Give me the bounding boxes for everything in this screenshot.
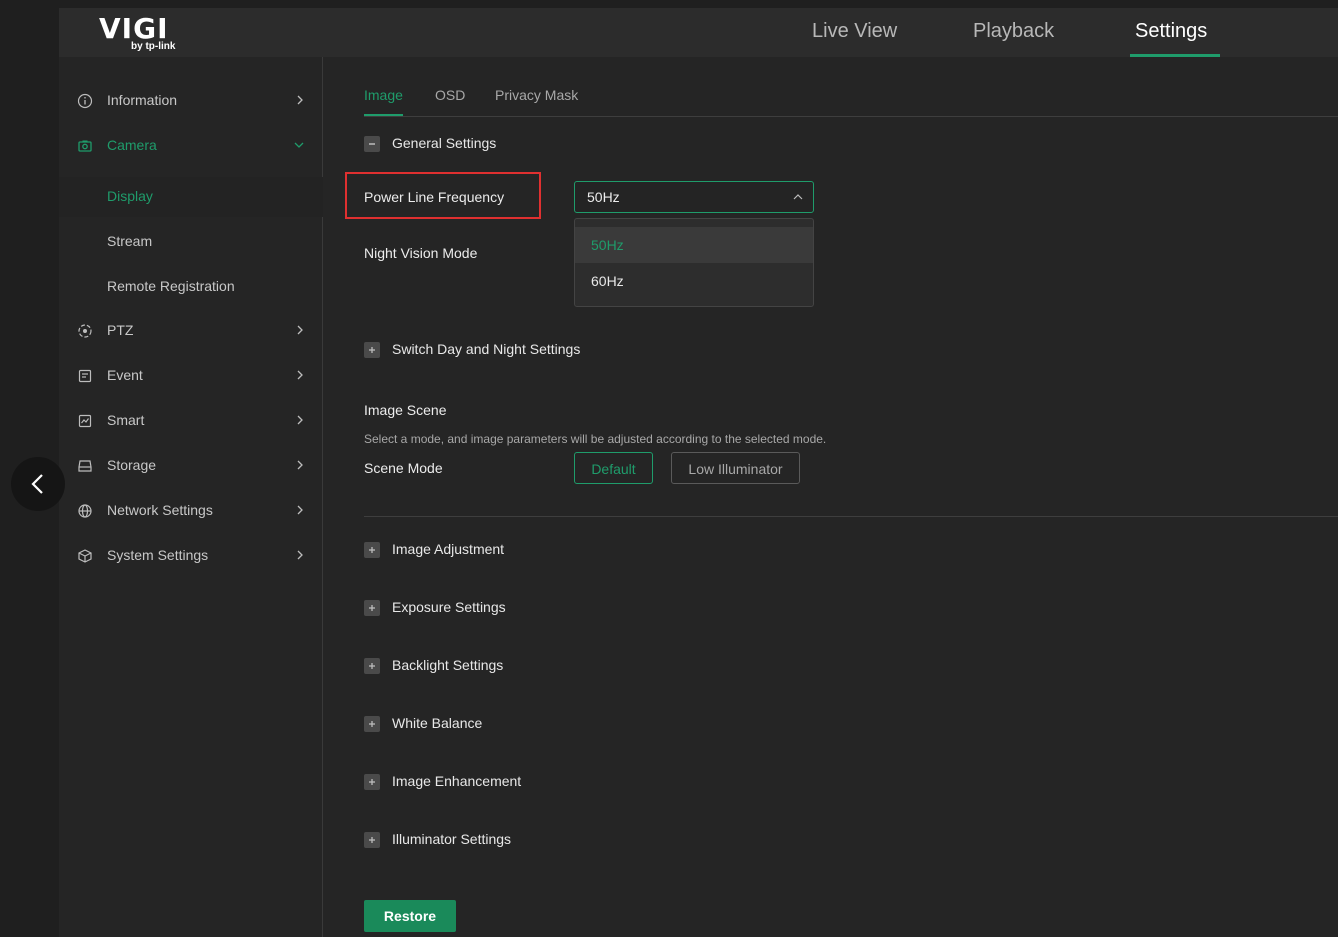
chevron-right-icon (297, 505, 303, 515)
sidebar-item-smart[interactable]: Smart (59, 401, 323, 441)
sidebar-item-label: System Settings (107, 547, 209, 563)
chevron-right-icon (297, 415, 303, 425)
sidebar-item-label: Smart (107, 412, 145, 428)
button-label: Default (591, 461, 636, 477)
sidebar-subitem-display[interactable]: Display (59, 177, 323, 217)
smart-icon (78, 414, 92, 428)
tab-bar: Image OSD Privacy Mask (364, 87, 1338, 117)
event-icon (78, 369, 92, 383)
sidebar: Information Camera Display Stream Remote… (59, 57, 323, 937)
sidebar-item-information[interactable]: Information (59, 81, 323, 121)
section-title: Image Enhancement (392, 773, 522, 789)
section-title: Switch Day and Night Settings (392, 341, 581, 357)
expand-icon (364, 658, 380, 674)
sidebar-subitem-label: Display (107, 188, 153, 204)
scene-mode-label: Scene Mode (364, 460, 443, 476)
section-title: White Balance (392, 715, 483, 731)
scene-default-button[interactable]: Default (574, 452, 653, 484)
tab-active-underline (364, 114, 403, 116)
scene-low-illuminator-button[interactable]: Low Illuminator (671, 452, 800, 484)
sidebar-item-system-settings[interactable]: System Settings (59, 536, 323, 576)
section-title: Illuminator Settings (392, 831, 512, 847)
sidebar-item-ptz[interactable]: PTZ (59, 311, 323, 351)
section-title: Image Adjustment (392, 541, 505, 557)
sidebar-subitem-label: Stream (107, 233, 153, 249)
section-title: Backlight Settings (392, 657, 504, 673)
power-line-frequency-select[interactable]: 50Hz (574, 181, 814, 213)
night-vision-mode-label: Night Vision Mode (364, 245, 478, 261)
expand-icon (364, 342, 380, 358)
tab-image[interactable]: Image (364, 87, 403, 103)
sidebar-subitem-stream[interactable]: Stream (59, 222, 323, 262)
main-content: Image OSD Privacy Mask General Settings … (324, 57, 1338, 937)
sidebar-item-camera[interactable]: Camera (59, 126, 323, 166)
chevron-right-icon (297, 95, 303, 105)
expand-icon (364, 600, 380, 616)
chevron-right-icon (297, 370, 303, 380)
sidebar-subitem-remote-registration[interactable]: Remote Registration (59, 267, 323, 307)
section-divider (364, 516, 1338, 517)
nav-settings[interactable]: Settings (1135, 20, 1207, 43)
expand-icon (364, 832, 380, 848)
chevron-right-icon (297, 460, 303, 470)
top-header: VIGI by tp-link Live View Playback Setti… (59, 8, 1338, 57)
image-scene-description: Select a mode, and image parameters will… (364, 432, 827, 446)
nav-live-view[interactable]: Live View (812, 20, 897, 43)
sidebar-item-network-settings[interactable]: Network Settings (59, 491, 323, 531)
app-window: VIGI by tp-link Live View Playback Setti… (59, 8, 1338, 937)
expand-icon (364, 542, 380, 558)
sidebar-item-label: Storage (107, 457, 157, 473)
cube-icon (78, 549, 92, 563)
option-label: 50Hz (591, 237, 624, 253)
sidebar-item-label: Camera (107, 137, 157, 153)
storage-icon (78, 460, 92, 472)
dropdown-option-60hz[interactable]: 60Hz (575, 263, 813, 299)
power-line-frequency-dropdown: 50Hz 60Hz (574, 218, 814, 307)
restore-button[interactable]: Restore (364, 900, 456, 932)
sidebar-subitem-label: Remote Registration (107, 278, 235, 294)
chevron-left-icon (31, 474, 43, 494)
chevron-down-icon (294, 142, 304, 148)
nav-playback[interactable]: Playback (973, 20, 1054, 43)
tab-osd[interactable]: OSD (435, 87, 465, 103)
back-button[interactable] (11, 457, 65, 511)
ptz-icon (78, 324, 92, 338)
expand-icon (364, 716, 380, 732)
vigi-logo[interactable]: VIGI by tp-link (99, 12, 189, 54)
sidebar-item-label: PTZ (107, 322, 134, 338)
globe-icon (78, 504, 92, 518)
button-label: Low Illuminator (688, 461, 783, 477)
option-label: 60Hz (591, 273, 624, 289)
chevron-right-icon (297, 325, 303, 335)
section-title: General Settings (392, 135, 497, 151)
sidebar-item-label: Network Settings (107, 502, 213, 518)
chevron-right-icon (297, 550, 303, 560)
power-line-frequency-label: Power Line Frequency (364, 189, 505, 205)
sidebar-item-storage[interactable]: Storage (59, 446, 323, 486)
image-scene-title: Image Scene (364, 402, 447, 418)
sidebar-item-label: Event (107, 367, 143, 383)
sidebar-item-label: Information (107, 92, 178, 108)
logo-tagline: by tp-link (131, 41, 176, 52)
button-label: Restore (383, 908, 437, 924)
camera-icon (78, 140, 92, 152)
section-title: Exposure Settings (392, 599, 506, 615)
info-icon (77, 93, 93, 109)
chevron-up-icon (793, 194, 803, 200)
tab-privacy-mask[interactable]: Privacy Mask (495, 87, 578, 103)
dropdown-option-50hz[interactable]: 50Hz (575, 227, 813, 263)
sidebar-item-event[interactable]: Event (59, 356, 323, 396)
select-value: 50Hz (587, 189, 620, 205)
collapse-icon (364, 136, 380, 152)
expand-icon (364, 774, 380, 790)
